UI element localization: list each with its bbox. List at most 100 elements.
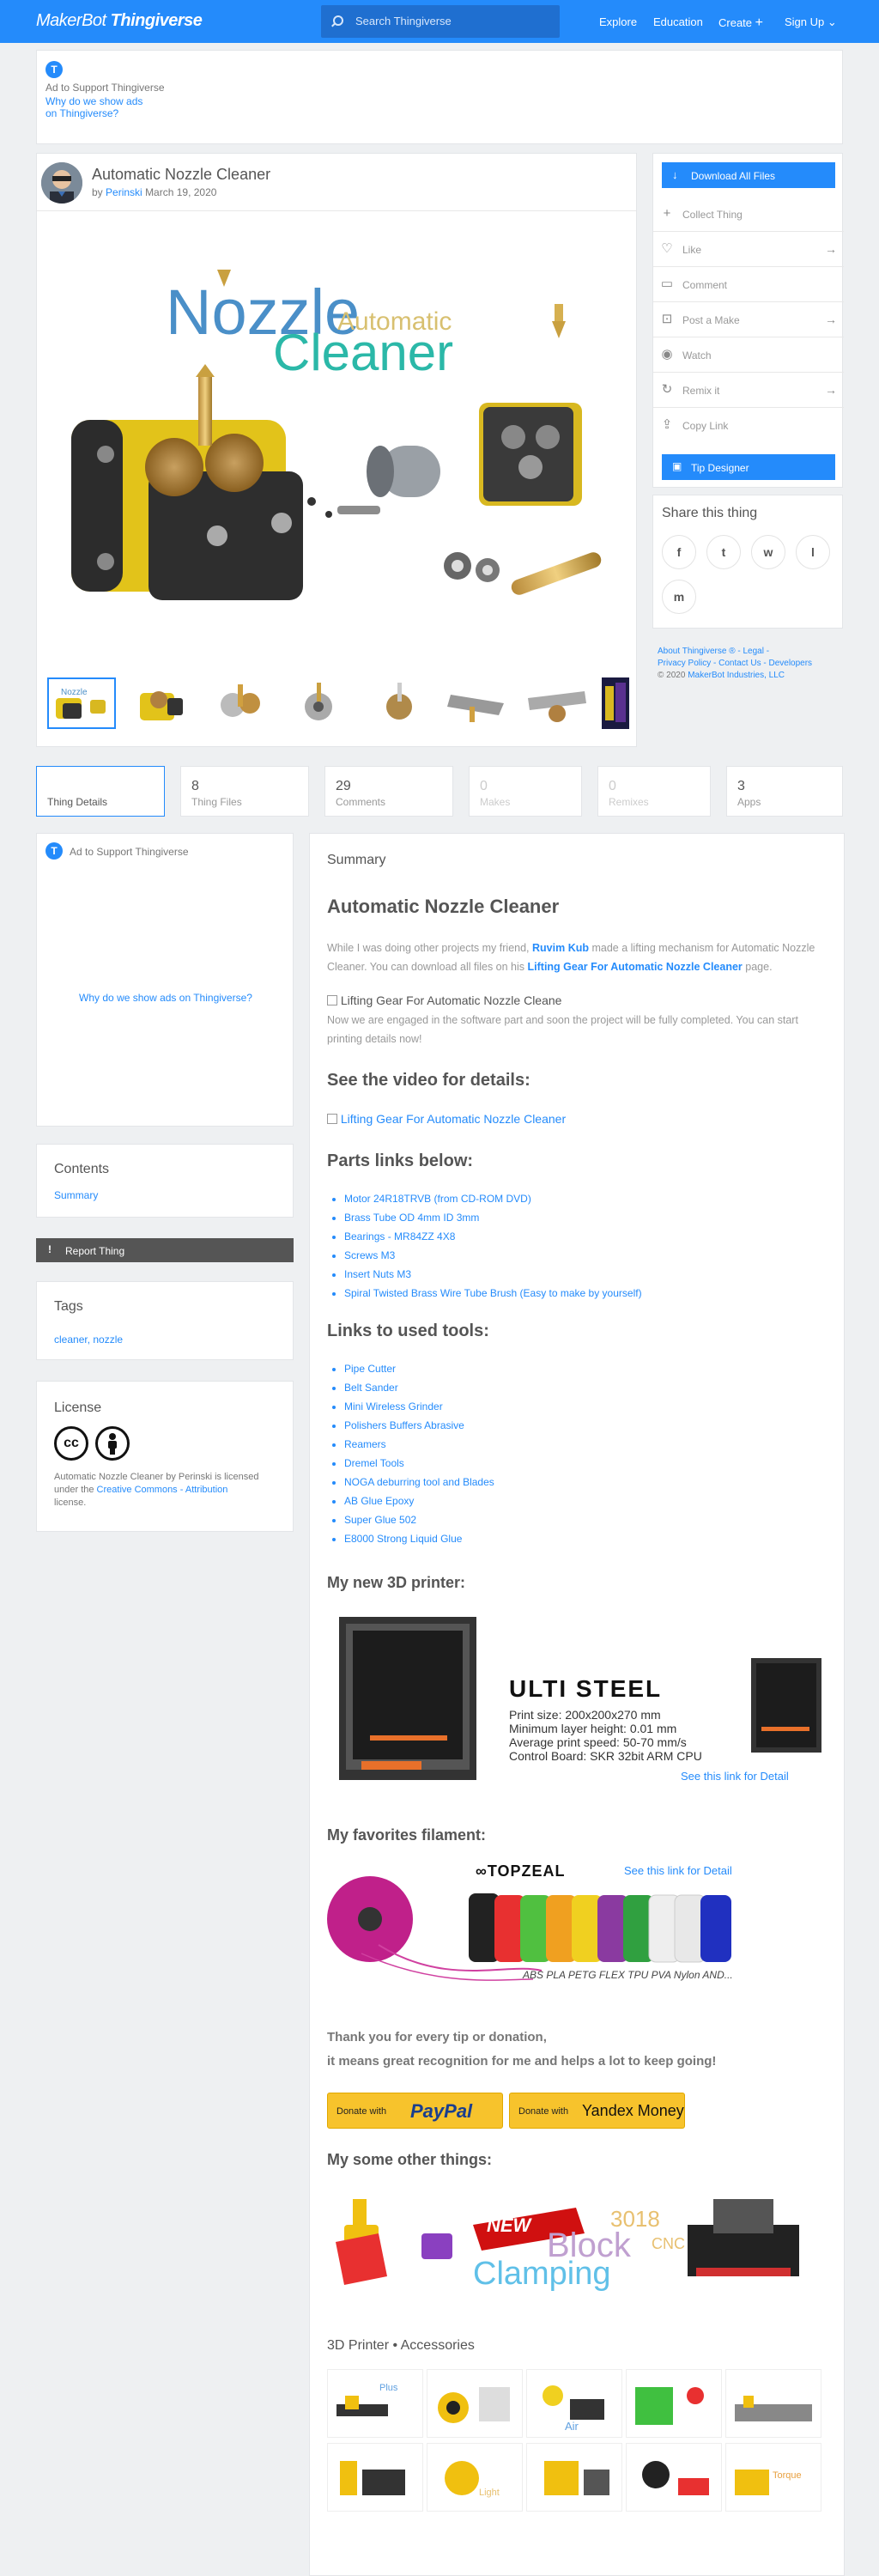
download-label: Download All Files <box>691 170 776 182</box>
tag-links[interactable]: cleaner, nozzle <box>54 1334 123 1346</box>
thumbnail-1[interactable]: Nozzle <box>47 677 116 729</box>
part-link[interactable]: Screws M3 <box>344 1246 825 1265</box>
tab-label: Apps <box>737 796 761 808</box>
author-link[interactable]: Perinski <box>106 186 142 198</box>
accessory-thumbnail[interactable]: Light <box>427 2443 523 2512</box>
tool-link[interactable]: Mini Wireless Grinder <box>344 1397 825 1416</box>
accessory-thumbnail[interactable]: Plus <box>327 2369 423 2438</box>
part-link[interactable]: Motor 24R18TRVB (from CD-ROM DVD) <box>344 1189 825 1208</box>
search-input[interactable]: Search Thingiverse <box>321 5 560 38</box>
part-link[interactable]: Insert Nuts M3 <box>344 1265 825 1284</box>
twitter-icon[interactable]: t <box>706 535 741 569</box>
comment-button[interactable]: ▭ Comment <box>653 267 844 302</box>
like-button[interactable]: ♡ Like → <box>653 232 844 267</box>
watch-button[interactable]: ◉ Watch <box>653 337 844 373</box>
tab-comments[interactable]: 29 Comments <box>324 766 453 817</box>
accessory-thumbnail[interactable]: Air <box>526 2369 622 2438</box>
accessory-thumbnail[interactable] <box>427 2369 523 2438</box>
thumbnail-4[interactable] <box>286 677 355 729</box>
ad-support-text: Ad to Support Thingiverse <box>70 846 189 858</box>
tool-link[interactable]: AB Glue Epoxy <box>344 1492 825 1510</box>
why-ads-link-line1[interactable]: Why do we show ads <box>45 95 142 107</box>
action-sidebar: ↓ Download All Files + Collect Thing ♡ L… <box>652 153 844 488</box>
about-legal-links[interactable]: About Thingiverse ® - Legal - <box>658 647 769 656</box>
tab-apps[interactable]: 3 Apps <box>726 766 843 817</box>
remix-button[interactable]: ↻ Remix it → <box>653 373 844 408</box>
accessory-thumbnail[interactable] <box>626 2443 722 2512</box>
author-avatar[interactable] <box>41 162 82 204</box>
makerbot-company-link[interactable]: MakerBot Industries, LLC <box>688 671 785 680</box>
part-link[interactable]: Brass Tube OD 4mm ID 3mm <box>344 1208 825 1227</box>
tool-link[interactable]: Reamers <box>344 1435 825 1454</box>
tab-thing-details[interactable]: Thing Details <box>36 766 165 817</box>
nav-create[interactable]: Create + <box>718 15 763 31</box>
download-all-files-button[interactable]: ↓ Download All Files <box>662 162 835 188</box>
copy-link-button[interactable]: ⇪ Copy Link <box>653 408 844 443</box>
license-card: License cc Automatic Nozzle Cleaner by P… <box>36 1381 294 1532</box>
post-a-make-button[interactable]: ⊡ Post a Make → <box>653 302 844 337</box>
thingiverse-logo-text: Thingiverse <box>110 11 203 30</box>
tool-link[interactable]: E8000 Strong Liquid Glue <box>344 1529 825 1548</box>
printer-detail-link[interactable]: See this link for Detail <box>681 1770 789 1783</box>
thumbnail-5[interactable] <box>365 677 433 729</box>
collect-thing-button[interactable]: + Collect Thing <box>653 197 844 232</box>
tab-count: 0 <box>480 779 488 793</box>
share-out-icon: ⇪ <box>661 417 673 432</box>
nav-sign-up[interactable]: Sign Up ⌄ <box>785 15 837 29</box>
tool-link[interactable]: Polishers Buffers Abrasive <box>344 1416 825 1435</box>
tab-makes[interactable]: 0 Makes <box>469 766 582 817</box>
license-link[interactable]: Creative Commons - Attribution <box>97 1485 228 1495</box>
accessories-grid: Plus Air Light Torque <box>327 2369 842 2575</box>
nav-sign-up-label: Sign Up <box>785 15 825 28</box>
tool-link[interactable]: Super Glue 502 <box>344 1510 825 1529</box>
thingiverse-logo[interactable]: MakerBot Thingiverse <box>36 11 203 31</box>
ulti-steel-printer-banner[interactable]: ULTI STEEL Print size: 200x200x270 mm Mi… <box>327 1607 828 1787</box>
accessory-thumbnail[interactable] <box>526 2443 622 2512</box>
thumbnail-3[interactable] <box>207 677 276 729</box>
block-clamping-banner[interactable]: NEW 3018 Block Clamping CNC <box>327 2182 828 2302</box>
remix-icon: ↻ <box>661 382 673 397</box>
why-ads-link[interactable]: Why do we show ads on Thingiverse? <box>37 992 294 1004</box>
why-ads-link-line2[interactable]: on Thingiverse? <box>45 107 118 119</box>
tip-designer-button[interactable]: ▣ Tip Designer <box>662 454 835 480</box>
thumbnail-8[interactable] <box>602 677 629 729</box>
tool-link[interactable]: Pipe Cutter <box>344 1359 825 1378</box>
part-link[interactable]: Spiral Twisted Brass Wire Tube Brush (Ea… <box>344 1284 825 1303</box>
report-thing-button[interactable]: ! Report Thing <box>36 1238 294 1262</box>
nav-education[interactable]: Education <box>653 15 703 28</box>
tool-link[interactable]: Dremel Tools <box>344 1454 825 1473</box>
tab-remixes[interactable]: 0 Remixes <box>597 766 711 817</box>
lifting-gear-link[interactable]: Lifting Gear For Automatic Nozzle Cleane… <box>528 961 743 973</box>
accessory-thumbnail[interactable] <box>327 2443 423 2512</box>
printer-spec: Minimum layer height: 0.01 mm <box>509 1722 677 1735</box>
link-icon[interactable]: l <box>796 535 830 569</box>
thumbnail-7[interactable] <box>523 677 591 729</box>
by-label: by <box>92 186 103 198</box>
main-thing-image[interactable]: Nozzle Automatic Cleaner <box>54 222 621 652</box>
facebook-icon[interactable]: f <box>662 535 696 569</box>
arrow-right-icon: → <box>825 383 837 397</box>
filament-detail-link[interactable]: See this link for Detail <box>624 1864 732 1877</box>
contents-title: Contents <box>54 1162 110 1176</box>
donate-paypal-button[interactable]: Donate with PayPal <box>327 2093 503 2129</box>
thumbnail-2[interactable] <box>128 677 197 729</box>
lifting-gear-image-link[interactable]: Lifting Gear For Automatic Nozzle Cleane… <box>327 1112 566 1126</box>
accessory-image <box>635 2387 704 2425</box>
donate-yandex-button[interactable]: Donate with Yandex Money <box>509 2093 685 2129</box>
thumbnail-6[interactable] <box>444 677 512 729</box>
tab-thing-files[interactable]: 8 Thing Files <box>180 766 309 817</box>
thumbnail-image-1: Nozzle <box>56 688 106 719</box>
tool-link[interactable]: Belt Sander <box>344 1378 825 1397</box>
tool-link[interactable]: NOGA deburring tool and Blades <box>344 1473 825 1492</box>
accessory-thumbnail[interactable] <box>725 2369 821 2438</box>
email-icon[interactable]: m <box>662 580 696 614</box>
accessory-thumbnail[interactable] <box>626 2369 722 2438</box>
nav-explore[interactable]: Explore <box>599 15 637 28</box>
contents-summary-link[interactable]: Summary <box>54 1189 98 1201</box>
ruvim-kub-link[interactable]: Ruvim Kub <box>532 942 589 954</box>
privacy-contact-developers-links[interactable]: Privacy Policy - Contact Us - Developers <box>658 659 812 668</box>
part-link[interactable]: Bearings - MR84ZZ 4X8 <box>344 1227 825 1246</box>
accessory-thumbnail[interactable]: Torque <box>725 2443 821 2512</box>
topzeal-filament-banner[interactable]: ∞TOPZEAL See this link for Detail ABS PL… <box>310 1859 844 1988</box>
whatsapp-icon[interactable]: w <box>751 535 785 569</box>
